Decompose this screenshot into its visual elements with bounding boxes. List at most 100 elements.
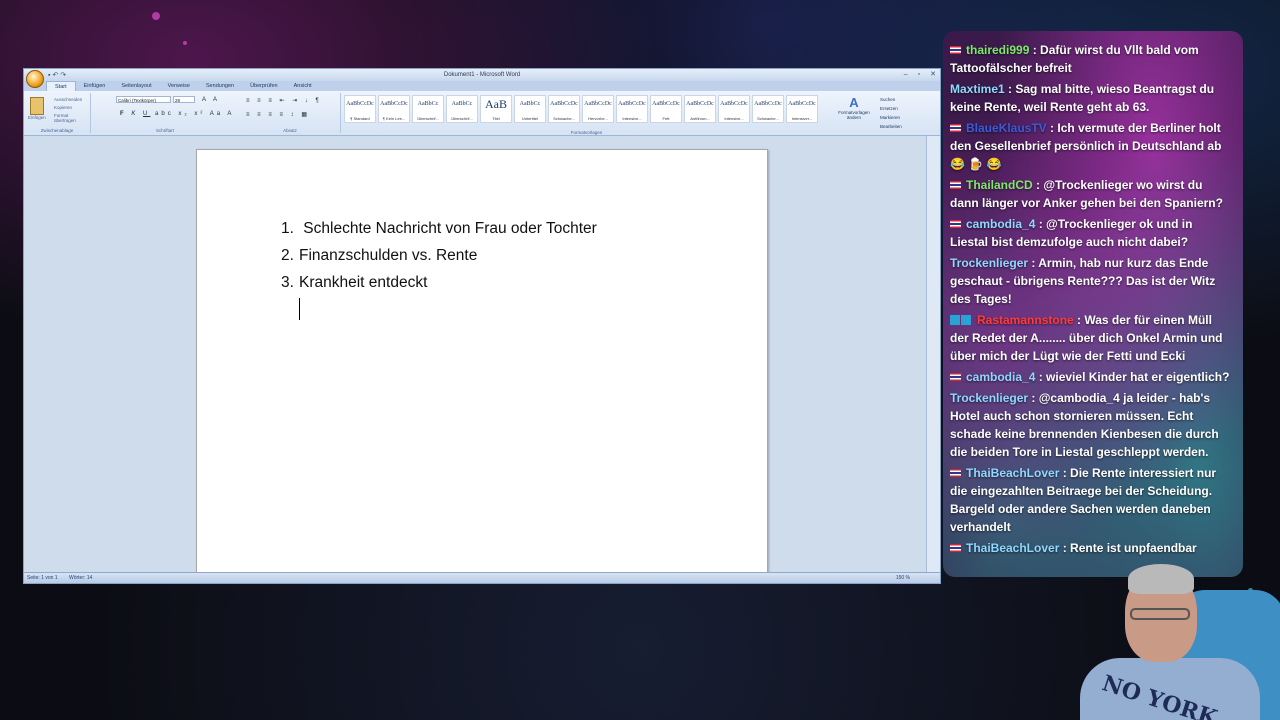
font-name-select[interactable]: Calibri (Textkörper)	[116, 96, 171, 103]
style-preview: AaBbCcDc	[720, 101, 748, 107]
style-item[interactable]: AaBbCcDc Anführun...	[684, 95, 716, 123]
style-preview: AaBbCcDc	[584, 101, 612, 107]
style-item[interactable]: AaBbCc Überschrif...	[412, 95, 444, 123]
undo-icon[interactable]: ↶	[52, 72, 58, 79]
chat-username[interactable]: Rastamannstone	[977, 313, 1074, 327]
tab-verweise[interactable]: Verweise	[160, 81, 198, 91]
font-grow-buttons[interactable]: A A	[202, 97, 220, 103]
style-item[interactable]: AaBbCcDc ¶ Kein Lee...	[378, 95, 410, 123]
style-name: Anführun...	[690, 116, 710, 121]
align-buttons[interactable]: ≡ ≡ ≡ ≡ ↕ ▦	[246, 111, 310, 118]
editing-group: Suchen Ersetzen Markieren Bearbeiten	[880, 95, 902, 131]
close-icon[interactable]: ✕	[930, 69, 936, 81]
word-titlebar: Dokument1 - Microsoft Word	[24, 69, 940, 81]
list-buttons[interactable]: ≡ ≡ ≡ ⇤ ⇥ ↓ ¶	[246, 97, 322, 104]
list-item[interactable]: 1. Schlechte Nachricht von Frau oder Toc…	[281, 219, 597, 246]
page-count[interactable]: Seite: 1 von 1	[27, 573, 58, 583]
chat-username[interactable]: thairedi999	[966, 43, 1029, 57]
chat-username[interactable]: ThailandCD	[966, 178, 1033, 192]
style-name: Hervorhe...	[588, 116, 608, 121]
chat-username[interactable]: Trockenlieger	[950, 391, 1028, 405]
style-preview: AaBbCcDc	[686, 101, 714, 107]
tab-einfuegen[interactable]: Einfügen	[76, 81, 114, 91]
tab-sendungen[interactable]: Sendungen	[198, 81, 242, 91]
font-size-select[interactable]: 28	[173, 96, 195, 103]
style-item[interactable]: AaBbCcDc ¶ Standard	[344, 95, 376, 123]
zoom-level[interactable]: 150 %	[896, 573, 910, 583]
list-item[interactable]: 2. Finanzschulden vs. Rente	[281, 246, 597, 273]
style-preview: AaB	[485, 97, 507, 111]
chat-username[interactable]: Maxtime1	[950, 82, 1005, 96]
font-format-buttons[interactable]: F K U abc x₂ x² Aa A	[120, 111, 234, 117]
vertical-scrollbar[interactable]	[926, 136, 940, 573]
word-count[interactable]: Wörter: 14	[69, 573, 92, 583]
format-painter-button[interactable]: Format übertragen	[54, 113, 90, 123]
tab-seitenlayout[interactable]: Seitenlayout	[113, 81, 159, 91]
chat-username[interactable]: ThaiBeachLover	[966, 541, 1059, 555]
ribbon: Einfügen Ausschneiden Kopieren Format üb…	[24, 91, 940, 136]
tab-ueberpruefen[interactable]: Überprüfen	[242, 81, 286, 91]
chat-username[interactable]: BlaueKlausTV	[966, 121, 1047, 135]
chat-message: ThailandCD : @Trockenlieger wo wirst du …	[950, 176, 1233, 212]
list-text: Krankheit entdeckt	[299, 274, 428, 291]
minimize-icon[interactable]: –	[904, 69, 908, 81]
quick-access-toolbar[interactable]: ▪ ↶ ↷	[48, 71, 66, 79]
glasses-icon	[1130, 608, 1190, 620]
style-preview: AaBbCc	[519, 101, 541, 107]
background-sparkle	[183, 41, 187, 45]
tab-start[interactable]: Start	[46, 81, 76, 91]
redo-icon[interactable]: ↷	[60, 72, 66, 79]
style-preview: AaBbCcDc	[346, 101, 374, 107]
chat-message: Trockenlieger : Armin, hab nur kurz das …	[950, 254, 1233, 308]
style-name: Titel	[492, 116, 500, 121]
style-name: Untertitel	[521, 116, 538, 121]
thai-flag-icon	[950, 220, 961, 228]
badge-icon	[950, 315, 960, 325]
change-styles-button[interactable]: A Formatvorlagen ändern	[831, 95, 877, 129]
paragraph-group-label: Absatz	[283, 128, 297, 133]
style-item[interactable]: AaBbCc Untertitel	[514, 95, 546, 123]
thai-flag-icon	[950, 373, 961, 381]
chat-message: BlaueKlausTV : Ich vermute der Berliner …	[950, 119, 1233, 173]
chat-username[interactable]: cambodia_4	[966, 370, 1035, 384]
document-page[interactable]: 1. Schlechte Nachricht von Frau oder Toc…	[196, 149, 768, 577]
copy-button[interactable]: Kopieren	[54, 105, 72, 110]
find-button[interactable]: Suchen	[880, 95, 902, 104]
chat-username[interactable]: cambodia_4	[966, 217, 1035, 231]
chat-message: Maxtime1 : Sag mal bitte, wieso Beantrag…	[950, 80, 1233, 116]
style-item[interactable]: AaBbCcDc Intensive...	[718, 95, 750, 123]
editing-group-label: Bearbeiten	[880, 124, 902, 129]
style-item[interactable]: AaBbCcDc Intensive...	[616, 95, 648, 123]
paste-icon[interactable]	[30, 97, 44, 115]
numbered-list: 1. Schlechte Nachricht von Frau oder Toc…	[281, 219, 597, 300]
style-item[interactable]: AaBbCc Überschrif...	[446, 95, 478, 123]
list-number: 1.	[281, 220, 294, 237]
replace-button[interactable]: Ersetzen	[880, 104, 902, 113]
select-button[interactable]: Markieren	[880, 113, 902, 122]
style-item[interactable]: AaBbCcDc Fett	[650, 95, 682, 123]
styles-group-label: Formatvorlagen	[570, 130, 603, 135]
style-item[interactable]: AaBbCcDc Schwache...	[548, 95, 580, 123]
style-item[interactable]: AaBbCcDc Hervorhe...	[582, 95, 614, 123]
style-item[interactable]: AaB Titel	[480, 95, 512, 123]
office-button[interactable]	[26, 70, 44, 88]
paste-button[interactable]: Einfügen	[28, 115, 46, 120]
thai-flag-icon	[950, 124, 961, 132]
tab-ansicht[interactable]: Ansicht	[286, 81, 320, 91]
chat-username[interactable]: ThaiBeachLover	[966, 466, 1059, 480]
style-preview: AaBbCcDc	[550, 101, 578, 107]
style-item[interactable]: AaBbCcDc Schwache...	[752, 95, 784, 123]
cut-button[interactable]: Ausschneiden	[54, 97, 82, 102]
save-icon[interactable]: ▪	[48, 72, 50, 79]
window-controls: – ▫ ✕	[904, 69, 936, 81]
chat-text: : wieviel Kinder hat er eigentlich?	[1035, 370, 1230, 384]
list-text: Schlechte Nachricht von Frau oder Tochte…	[299, 220, 597, 237]
styles-gallery: AaBbCcDc ¶ Standard AaBbCcDc ¶ Kein Lee... A…	[344, 95, 818, 123]
chat-username[interactable]: Trockenlieger	[950, 256, 1028, 270]
style-preview: AaBbCcDc	[788, 101, 816, 107]
list-item[interactable]: 3. Krankheit entdeckt	[281, 273, 597, 300]
style-item[interactable]: AaBbCcDc Intensiver...	[786, 95, 818, 123]
change-styles-icon: A	[849, 95, 859, 110]
style-name: Intensive...	[622, 116, 642, 121]
maximize-icon[interactable]: ▫	[918, 69, 920, 81]
